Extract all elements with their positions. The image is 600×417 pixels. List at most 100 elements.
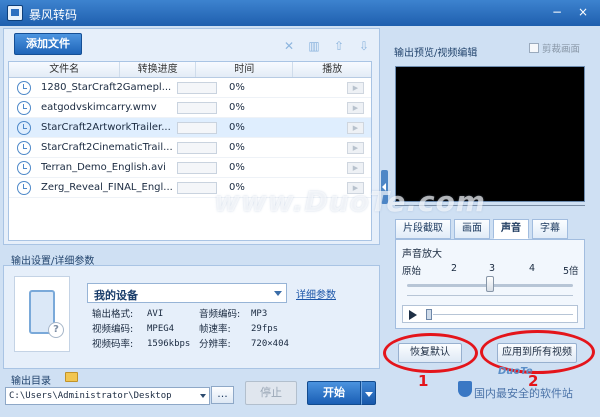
output-dir-label: 输出目录 (11, 376, 51, 387)
tab-2[interactable]: 声音 (493, 219, 529, 239)
param-row: 视频码率: 1596kbps 分辨率: 720×404 (92, 337, 289, 352)
param-key: 音频编码: (199, 309, 241, 320)
param-row: 输出格式: AVI 音频编码: MP3 (92, 307, 289, 322)
list-toolbar: ✕ ▥ ⇧ ⇩ (282, 39, 371, 53)
slider-ticks (407, 295, 573, 299)
param-value: MPEG4 (147, 324, 175, 334)
close-button[interactable]: × (574, 4, 592, 21)
minimize-button[interactable]: − (548, 4, 566, 21)
progress-bar (177, 81, 217, 94)
playbar-track (433, 314, 573, 315)
param-key: 分辨率: (199, 339, 231, 350)
scale-label-3: 3 (489, 263, 496, 274)
progress-bar (177, 101, 217, 114)
column-header-progress[interactable]: 转换进度 (120, 62, 196, 77)
question-icon: ? (48, 322, 64, 338)
file-name: Terran_Demo_English.avi (41, 162, 166, 173)
scale-label-2: 2 (451, 263, 458, 274)
arrow-up-icon[interactable]: ⇧ (332, 39, 346, 53)
table-row[interactable]: Terran_Demo_English.avi 0% ▶ (9, 158, 371, 178)
progress-bar (177, 161, 217, 174)
close-icon[interactable]: ✕ (282, 39, 296, 53)
watermark-text: www.DuoTe.com (214, 185, 486, 218)
table-row[interactable]: 1280_StarCraft2Gamepl... 0% ▶ (9, 78, 371, 98)
table-row[interactable]: eatgodvskimcarry.wmv 0% ▶ (9, 98, 371, 118)
param-value: AVI (147, 309, 164, 319)
arrow-down-icon[interactable]: ⇩ (357, 39, 371, 53)
shield-icon (458, 381, 472, 397)
chevron-down-icon (274, 291, 282, 296)
checkbox-icon (529, 43, 539, 53)
detail-params-link[interactable]: 详细参数 (296, 286, 336, 301)
stop-button[interactable]: 停止 (245, 381, 297, 405)
preview-title: 输出预览/视频编辑 (394, 48, 478, 59)
crop-checkbox[interactable]: 剪裁画面 (529, 41, 580, 55)
window-title: 暴风转码 (29, 8, 78, 22)
trash-icon[interactable]: ▥ (307, 39, 321, 53)
play-icon[interactable]: ▶ (347, 141, 364, 154)
start-button[interactable]: 开始 (307, 381, 361, 405)
watermark-site-text: 国内最安全的软件站 (474, 387, 573, 400)
progress-percent: 0% (229, 82, 245, 93)
playhead[interactable] (426, 309, 432, 320)
file-name: StarCraft2ArtworkTrailer... (41, 122, 171, 133)
output-path-input[interactable]: C:\Users\Administrator\Desktop (5, 387, 210, 405)
edit-tabs: 片段截取 画面 声音 字幕 (395, 219, 568, 239)
device-select-value: 我的设备 (94, 289, 138, 302)
audio-playbar[interactable] (402, 305, 578, 323)
tab-3[interactable]: 字幕 (532, 219, 568, 239)
title-bar: 暴风转码 − × (0, 0, 600, 26)
param-value: 1596kbps (147, 339, 191, 349)
clock-icon (17, 120, 31, 135)
table-row[interactable]: StarCraft2ArtworkTrailer... 0% ▶ (9, 118, 371, 138)
output-params: 输出格式: AVI 音频编码: MP3 视频编码: MPEG4 帧速率: 29fps 视频码率:… (92, 307, 289, 352)
progress-percent: 0% (229, 122, 245, 133)
table-row[interactable]: StarCraft2CinematicTrail... 0% ▶ (9, 138, 371, 158)
folder-icon[interactable] (65, 372, 78, 382)
start-options-button[interactable] (361, 381, 376, 405)
scale-label-4: 4 (529, 263, 536, 274)
progress-bar (177, 141, 217, 154)
column-header-time[interactable]: 时间 (196, 62, 294, 77)
file-name: 1280_StarCraft2Gamepl... (41, 82, 172, 93)
param-value: 720×404 (251, 339, 289, 349)
annotation-number-1: 1 (418, 372, 429, 390)
output-settings-panel: ? 我的设备 详细参数 输出格式: AVI 音频编码: MP3 视频编码: MPEG4 帧速… (3, 265, 380, 369)
device-select[interactable]: 我的设备 (87, 283, 287, 303)
volume-amplify-label: 声音放大 (402, 249, 442, 260)
clock-icon (17, 160, 31, 175)
param-key: 帧速率: (199, 324, 231, 335)
scale-label-5: 5倍 (563, 266, 579, 277)
play-icon[interactable]: ▶ (347, 161, 364, 174)
device-image: ? (14, 276, 70, 352)
tab-1[interactable]: 画面 (454, 219, 490, 239)
path-dropdown-icon[interactable] (200, 394, 206, 398)
progress-percent: 0% (229, 142, 245, 153)
play-icon[interactable]: ▶ (347, 121, 364, 134)
param-value: MP3 (251, 309, 268, 319)
add-file-button[interactable]: 添加文件 (14, 33, 82, 55)
param-value: 29fps (251, 324, 279, 334)
column-header-play[interactable]: 播放 (293, 62, 371, 77)
play-icon[interactable]: ▶ (347, 101, 364, 114)
param-key: 视频编码: (92, 324, 134, 335)
param-key: 输出格式: (92, 309, 134, 320)
play-icon[interactable] (409, 310, 417, 320)
audio-panel: 声音放大 原始 2 3 4 5倍 (395, 239, 585, 329)
file-name: eatgodvskimcarry.wmv (41, 102, 157, 113)
table-body: 1280_StarCraft2Gamepl... 0% ▶ eatgodvskimca… (9, 78, 371, 198)
progress-bar (177, 121, 217, 134)
clock-icon (17, 80, 31, 95)
param-key: 视频码率: (92, 339, 134, 350)
tab-0[interactable]: 片段截取 (395, 219, 451, 239)
volume-slider-thumb[interactable] (486, 276, 494, 292)
file-name: Zerg_Reveal_FINAL_Engl... (41, 182, 173, 193)
progress-bar (177, 181, 217, 194)
progress-percent: 0% (229, 162, 245, 173)
progress-percent: 0% (229, 102, 245, 113)
column-header-filename[interactable]: 文件名 (9, 62, 121, 77)
clock-icon (17, 180, 31, 195)
play-icon[interactable]: ▶ (347, 81, 364, 94)
browse-button[interactable]: ... (211, 386, 234, 404)
crop-checkbox-label: 剪裁画面 (542, 44, 581, 55)
